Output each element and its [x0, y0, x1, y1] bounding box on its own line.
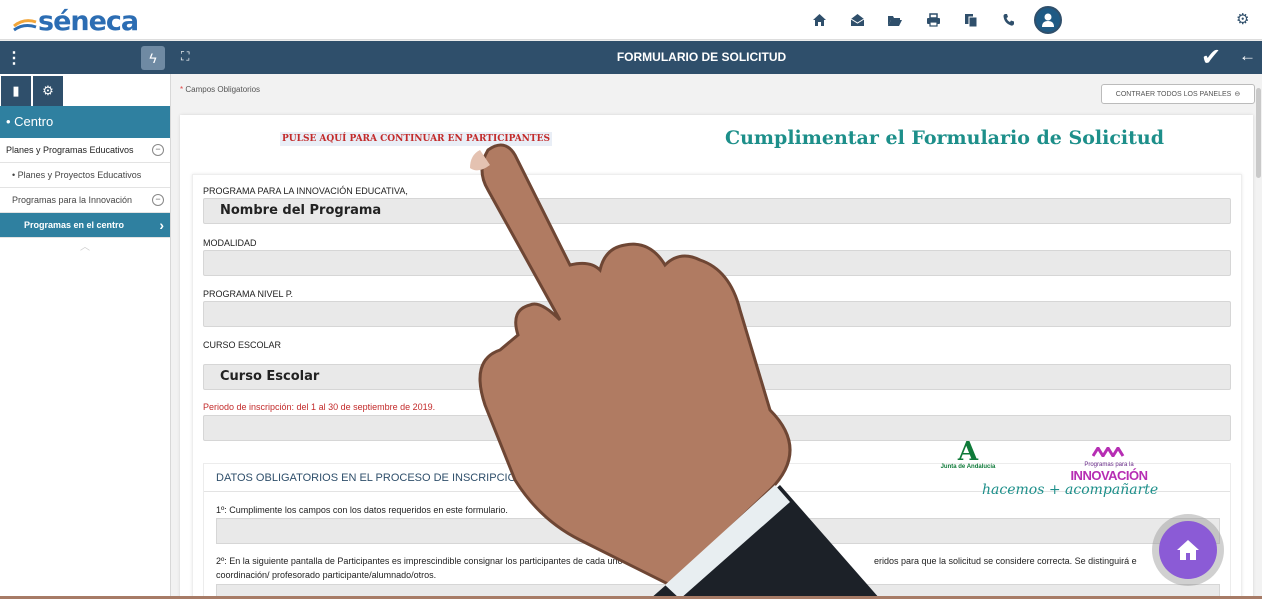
- home-icon[interactable]: [800, 6, 838, 34]
- sidebar-item-programas-centro[interactable]: Programas en el centro ›: [0, 213, 170, 238]
- junta-andalucia-logo: A Junta de Andalucía: [940, 437, 996, 470]
- slogan-text: hacemos + acompañarte: [982, 482, 1159, 498]
- print-icon[interactable]: [914, 6, 952, 34]
- collapse-minus-icon[interactable]: −: [152, 194, 164, 206]
- minus-circle-icon: ⊖: [1234, 91, 1241, 98]
- kebab-menu-icon[interactable]: ⋮: [6, 48, 22, 68]
- field-label-modalidad: MODALIDAD: [203, 238, 257, 248]
- phone-icon[interactable]: [990, 6, 1028, 34]
- curso-escolar-field[interactable]: Curso Escolar: [203, 364, 1231, 390]
- sidebar-item-planes-programas[interactable]: Planes y Programas Educativos −: [0, 138, 170, 163]
- bolt-icon[interactable]: ϟ: [141, 46, 165, 70]
- datos-step-2b: eridos para que la solicitud se consider…: [874, 556, 1137, 566]
- sidebar-item-programas-innovacion[interactable]: Programas para la Innovación −: [0, 188, 170, 213]
- programa-field[interactable]: Nombre del Programa: [203, 198, 1231, 224]
- user-icon[interactable]: [1034, 6, 1062, 34]
- sidebar-header: ⋮ ϟ: [0, 41, 171, 74]
- sidebar: ▮ ⚙ • Centro Planes y Programas Educativ…: [0, 74, 171, 599]
- continue-participants-link[interactable]: PULSE AQUÍ PARA CONTINUAR EN PARTICIPANT…: [280, 132, 552, 146]
- sidebar-item-planes-proyectos[interactable]: • Planes y Proyectos Educativos: [0, 163, 170, 188]
- programa-nivel-field[interactable]: [203, 301, 1231, 327]
- gear-icon[interactable]: ⚙: [1236, 10, 1249, 28]
- form-fields-panel: PROGRAMA PARA LA INNOVACIÓN EDUCATIVA, N…: [192, 174, 1242, 599]
- period-notice: Periodo de inscripción: del 1 al 30 de s…: [203, 402, 436, 412]
- field-label-programa: PROGRAMA PARA LA INNOVACIÓN EDUCATIVA,: [203, 186, 408, 196]
- logo-swoosh-icon: [13, 19, 37, 32]
- scrollbar[interactable]: [1256, 88, 1261, 178]
- innovacion-logo: Programas para la INNOVACIÓN: [1068, 444, 1150, 483]
- innovacion-mark-icon: [1091, 445, 1125, 459]
- sidebar-tabs: ▮ ⚙: [0, 74, 170, 106]
- datos-step-2c: coordinación/ profesorado participante/a…: [216, 570, 437, 580]
- toolbar-icons: [800, 6, 1028, 34]
- datos-step-2a: 2º: En la siguiente pantalla de Particip…: [216, 556, 623, 566]
- back-arrow-icon[interactable]: ←: [1239, 46, 1256, 66]
- form-heading: Cumplimentar el Formulario de Solicitud: [725, 127, 1164, 149]
- mail-open-icon[interactable]: [838, 6, 876, 34]
- check-icon[interactable]: ✔: [1201, 43, 1221, 72]
- innov-big-text: INNOVACIÓN: [1070, 468, 1148, 483]
- copy-icon[interactable]: [952, 6, 990, 34]
- chevron-up-icon[interactable]: ︿: [0, 238, 170, 253]
- collapse-minus-icon[interactable]: −: [152, 144, 164, 156]
- sidebar-item-label: Planes y Programas Educativos: [6, 145, 134, 155]
- collapse-panels-button[interactable]: CONTRAER TODOS LOS PANELES ⊖: [1101, 84, 1255, 104]
- book-icon[interactable]: ▮: [1, 76, 31, 106]
- home-icon: [1159, 521, 1217, 579]
- logo-text: séneca: [38, 5, 139, 37]
- chevron-right-icon: ›: [159, 217, 164, 233]
- required-star: *: [180, 85, 184, 94]
- main-header: ⛶ FORMULARIO DE SOLICITUD ✔ ←: [171, 41, 1262, 74]
- page-title: FORMULARIO DE SOLICITUD: [616, 50, 787, 64]
- junta-mark: A: [957, 437, 979, 467]
- period-field[interactable]: [203, 415, 1231, 441]
- field-label-nivel: PROGRAMA NIVEL P.: [203, 289, 294, 299]
- seneca-logo[interactable]: séneca: [12, 4, 139, 38]
- sidebar-item-label: Programas para la Innovación: [12, 195, 133, 205]
- home-floating-button[interactable]: [1152, 514, 1224, 586]
- top-bar: séneca ⚙: [0, 0, 1262, 40]
- modalidad-field[interactable]: [203, 250, 1231, 276]
- folder-open-icon[interactable]: [876, 6, 914, 34]
- sidebar-item-label: Programas en el centro: [24, 220, 125, 230]
- required-note-text: Campos Obligatorios: [185, 85, 261, 94]
- form-panel: PULSE AQUÍ PARA CONTINUAR EN PARTICIPANT…: [180, 115, 1253, 599]
- gears-icon[interactable]: ⚙: [33, 76, 63, 106]
- main-content: * Campos Obligatorios CONTRAER TODOS LOS…: [171, 74, 1262, 599]
- collapse-panels-label: CONTRAER TODOS LOS PANELES: [1115, 90, 1232, 98]
- field-label-curso: CURSO ESCOLAR: [203, 340, 282, 350]
- required-note: * Campos Obligatorios: [180, 85, 260, 94]
- sidebar-item-label: • Planes y Proyectos Educativos: [12, 170, 142, 180]
- datos-field-1[interactable]: [216, 518, 1220, 544]
- datos-title: DATOS OBLIGATORIOS EN EL PROCESO DE INSC…: [216, 472, 525, 484]
- sidebar-item-centro[interactable]: • Centro: [0, 106, 170, 138]
- junta-text: Junta de Andalucía: [940, 464, 996, 470]
- datos-step-1: 1º: Cumplimente los campos con los datos…: [216, 505, 508, 515]
